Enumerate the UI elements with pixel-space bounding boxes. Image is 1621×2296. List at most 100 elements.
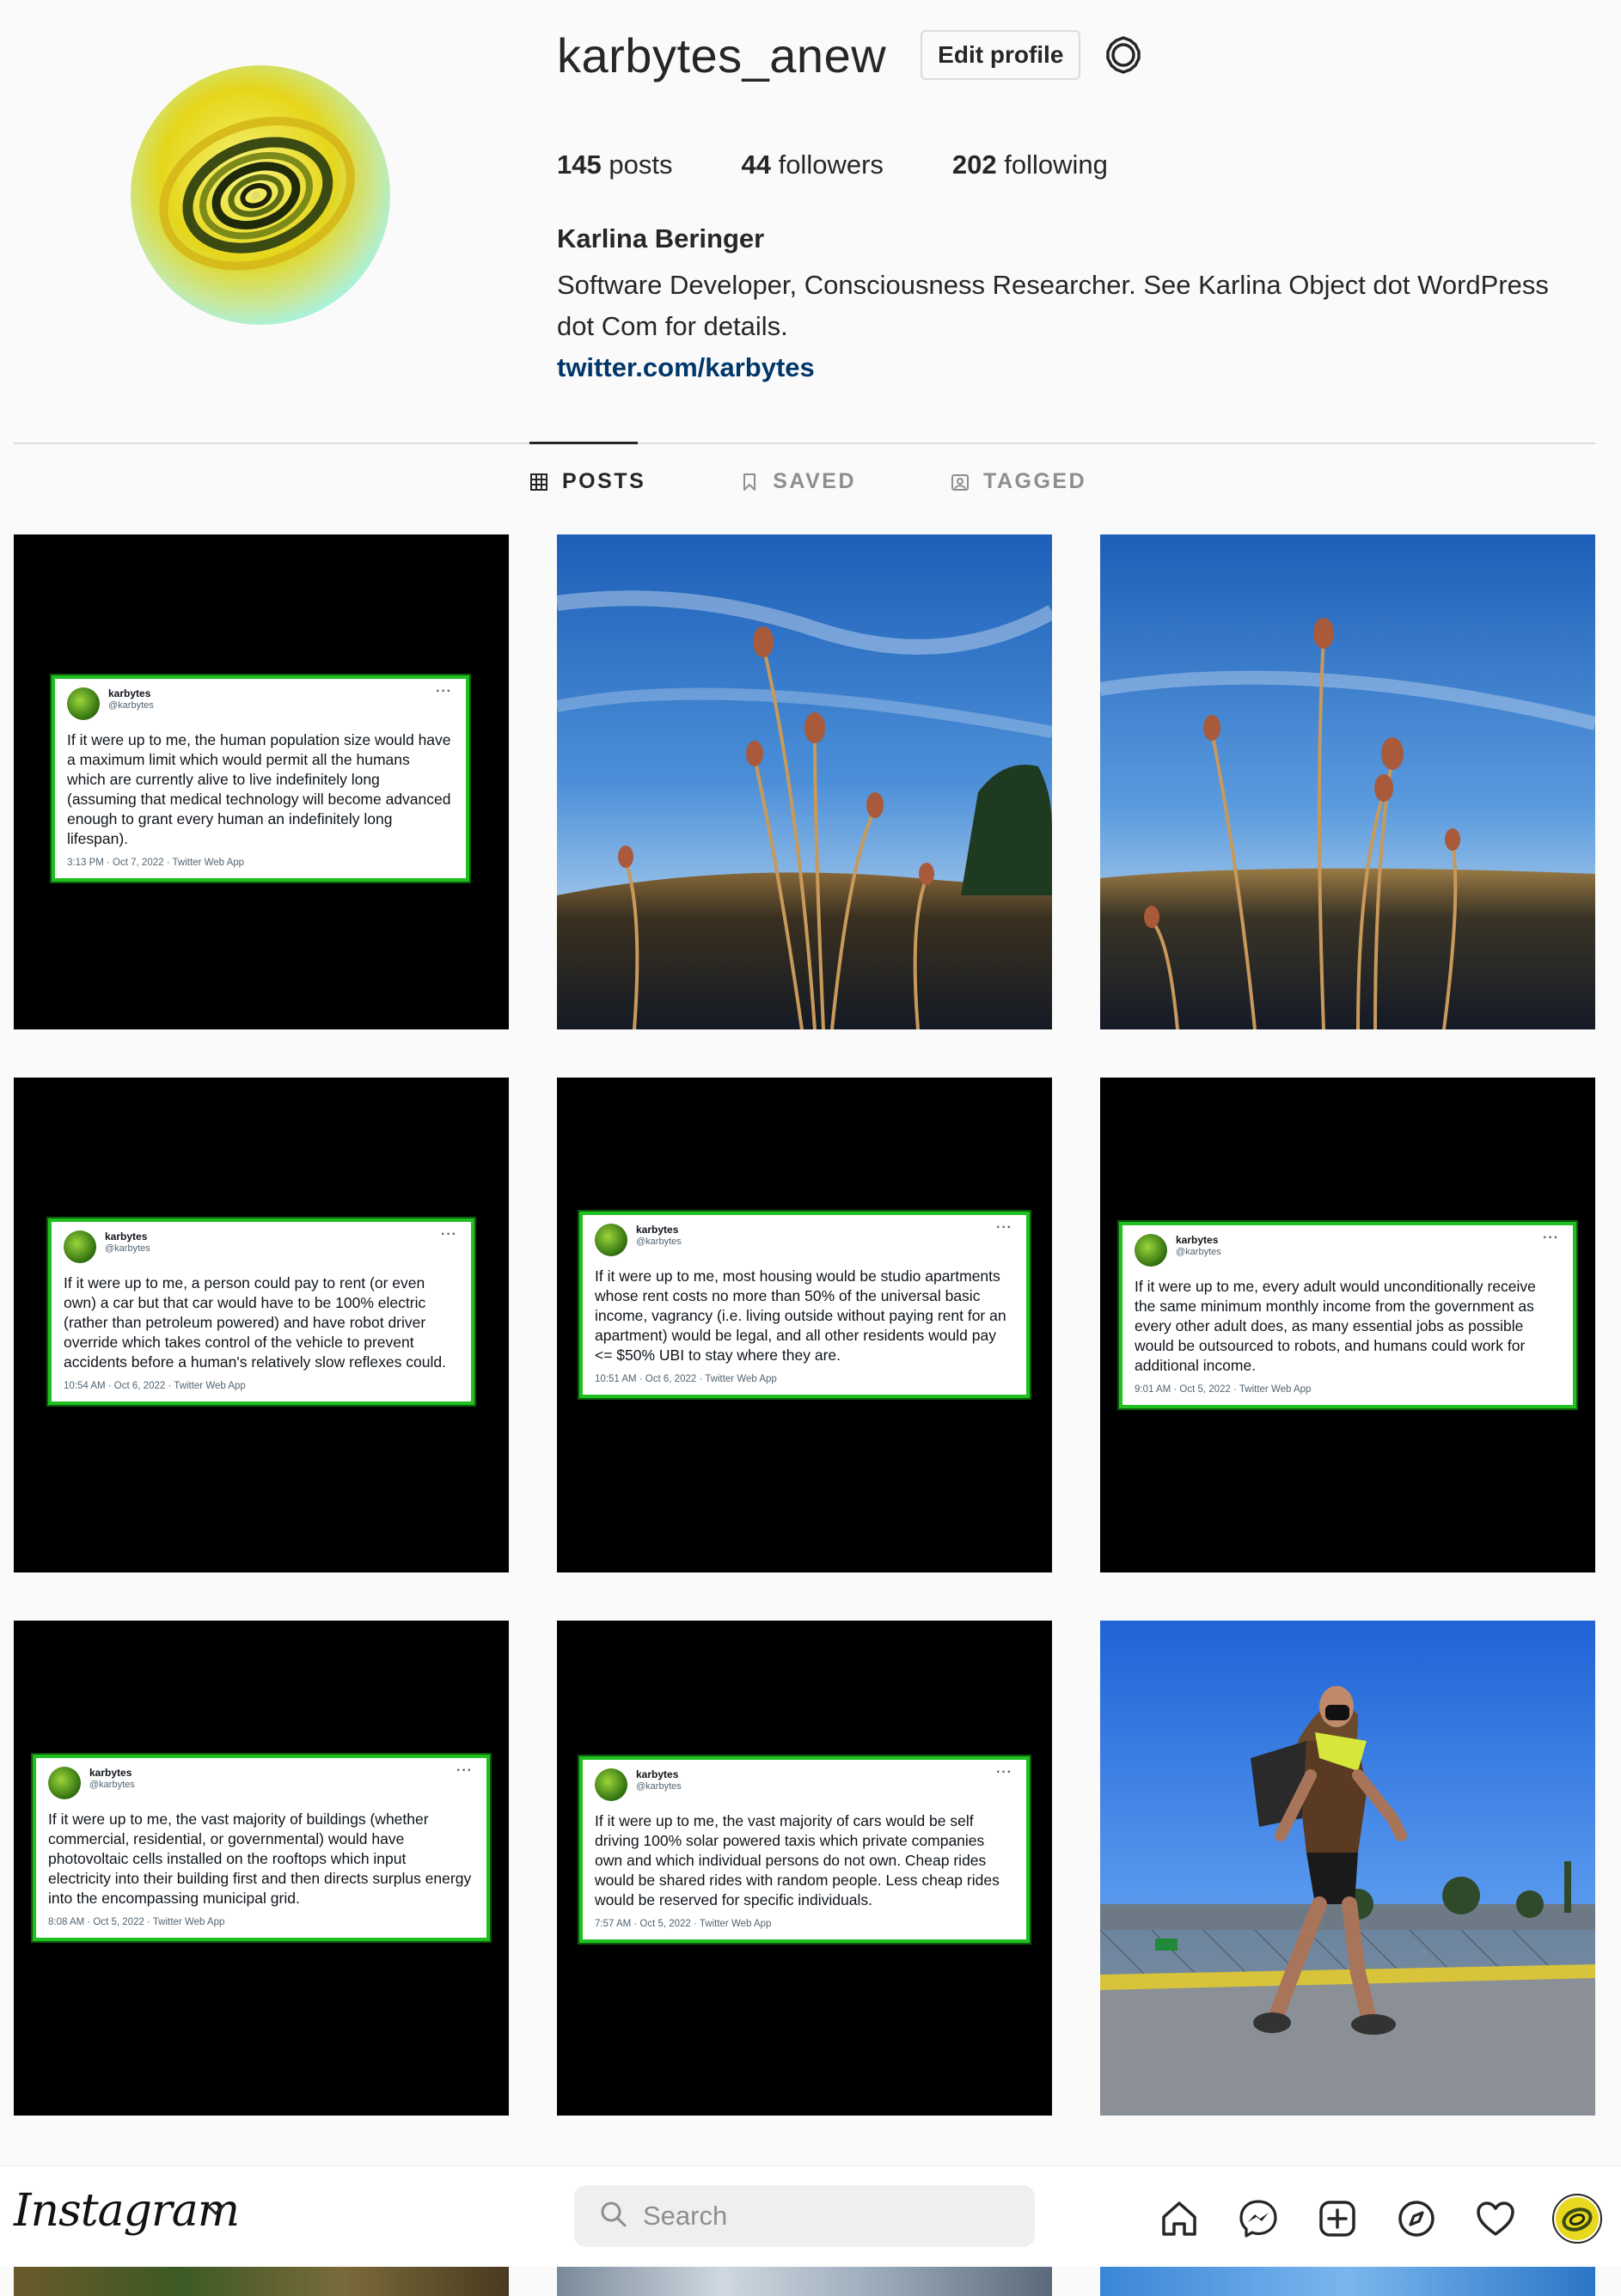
followers-stat[interactable]: 44 followers (741, 150, 883, 180)
tab-saved-label: SAVED (773, 469, 857, 493)
post-tile[interactable]: karbytes @karbytes ··· If it were up to … (1100, 1078, 1595, 1572)
bio-line-1: Software Developer, Consciousness Resear… (557, 270, 1549, 300)
chevron-down-icon[interactable] (206, 2204, 225, 2220)
post-tile[interactable]: karbytes @karbytes ··· If it were up to … (557, 1078, 1052, 1572)
tweet-card: karbytes @karbytes ··· If it were up to … (1119, 1222, 1576, 1408)
tweet-meta: 9:01 AM · Oct 5, 2022 · Twitter Web App (1135, 1384, 1312, 1395)
tab-posts[interactable]: POSTS (529, 469, 645, 494)
post-tile[interactable]: karbytes @karbytes ··· If it were up to … (14, 1078, 509, 1572)
home-icon[interactable] (1157, 2196, 1202, 2241)
tweet-header: karbytes @karbytes ··· (48, 1763, 473, 1803)
explore-icon[interactable] (1394, 2196, 1439, 2241)
tweet-meta: 3:13 PM · Oct 7, 2022 · Twitter Web App (67, 858, 245, 868)
tweet-name: karbytes (636, 1224, 679, 1236)
tweet-names: karbytes @karbytes (1176, 1234, 1221, 1258)
tag-icon (951, 472, 971, 492)
tweet-handle: @karbytes (105, 1243, 150, 1254)
post-tile[interactable] (1100, 534, 1595, 1029)
edit-profile-button[interactable]: Edit profile (921, 30, 1081, 80)
tweet-text: If it were up to me, the vast majority o… (48, 1811, 472, 1907)
more-icon: ··· (456, 1763, 473, 1778)
post-tile[interactable] (14, 2267, 509, 2296)
tweet-handle: @karbytes (636, 1781, 682, 1792)
search-icon (600, 2201, 627, 2232)
followers-count: 44 (741, 150, 771, 180)
walker-photo (1100, 1621, 1595, 2116)
messenger-icon[interactable] (1236, 2196, 1281, 2241)
teasel-photo (1100, 534, 1595, 1029)
posts-stat: 145 posts (557, 150, 672, 180)
tabs-divider (14, 443, 1595, 444)
tweet-avatar (64, 1230, 96, 1263)
tweet-avatar (67, 687, 100, 720)
tweet-handle: @karbytes (108, 700, 154, 711)
profile-tabs: POSTS SAVED TAGGED (529, 469, 1181, 494)
gear-icon[interactable] (1101, 33, 1146, 77)
post-tile[interactable] (1100, 2267, 1595, 2296)
tweet-meta: 10:51 AM · Oct 6, 2022 · Twitter Web App (595, 1374, 777, 1384)
bio-line-2: dot Com for details. (557, 311, 788, 341)
tweet-header: karbytes @karbytes ··· (64, 1227, 457, 1267)
tweet-card: karbytes @karbytes ··· If it were up to … (579, 1212, 1030, 1398)
tweet-header: karbytes @karbytes ··· (1135, 1230, 1559, 1270)
tweet-avatar (595, 1224, 627, 1256)
tweet-text: If it were up to me, the human populatio… (67, 731, 451, 847)
heart-icon[interactable] (1473, 2196, 1518, 2241)
stats-row: 145 posts 44 followers 202 following (557, 150, 1597, 180)
following-label: following (1004, 150, 1108, 180)
tweet-names: karbytes @karbytes (636, 1768, 682, 1792)
new-post-icon[interactable] (1315, 2196, 1360, 2241)
tweet-avatar (1135, 1234, 1167, 1267)
tweet-text: If it were up to me, most housing would … (595, 1267, 1006, 1364)
full-name: Karlina Beringer (557, 223, 765, 253)
tweet-header: karbytes @karbytes ··· (595, 1220, 1012, 1260)
tweet-names: karbytes @karbytes (89, 1767, 135, 1791)
posts-count: 145 (557, 150, 602, 180)
tweet-name: karbytes (636, 1768, 679, 1780)
profile-avatar[interactable] (1552, 2194, 1602, 2244)
post-tile[interactable]: karbytes @karbytes ··· If it were up to … (14, 534, 509, 1029)
tweet-text: If it were up to me, a person could pay … (64, 1274, 446, 1371)
tweet-avatar (595, 1768, 627, 1801)
tweet-card: karbytes @karbytes ··· If it were up to … (48, 1218, 474, 1405)
tweet-meta: 8:08 AM · Oct 5, 2022 · Twitter Web App (48, 1917, 225, 1927)
search-input[interactable] (643, 2201, 1021, 2232)
posts-label: posts (609, 150, 673, 180)
more-icon: ··· (436, 684, 452, 699)
following-count: 202 (951, 150, 997, 180)
tweet-names: karbytes @karbytes (108, 687, 154, 711)
bio-link[interactable]: twitter.com/karbytes (557, 347, 1597, 388)
post-tile[interactable] (557, 2267, 1052, 2296)
post-tile[interactable] (557, 534, 1052, 1029)
active-tab-indicator (529, 442, 638, 444)
profile-avatar[interactable] (131, 65, 390, 325)
tab-tagged[interactable]: TAGGED (951, 469, 1086, 494)
tweet-name: karbytes (1176, 1234, 1219, 1246)
tab-posts-label: POSTS (562, 469, 646, 493)
more-icon: ··· (996, 1765, 1012, 1780)
teasel-photo (557, 534, 1052, 1029)
tweet-header: karbytes @karbytes ··· (595, 1765, 1012, 1804)
more-icon: ··· (1543, 1230, 1559, 1245)
tweet-text: If it were up to me, every adult would u… (1135, 1278, 1536, 1374)
following-stat[interactable]: 202 following (952, 150, 1108, 180)
tab-tagged-label: TAGGED (983, 469, 1087, 493)
post-tile[interactable]: karbytes @karbytes ··· If it were up to … (14, 1621, 509, 2116)
tweet-name: karbytes (105, 1230, 148, 1243)
instagram-logo[interactable]: Instagram (14, 2185, 240, 2237)
grid-icon (529, 472, 550, 492)
tab-saved[interactable]: SAVED (740, 469, 856, 494)
post-tile[interactable] (1100, 1621, 1595, 2116)
tweet-card: karbytes @karbytes ··· If it were up to … (52, 675, 469, 882)
tweet-text: If it were up to me, the vast majority o… (595, 1812, 1000, 1908)
tweet-avatar (48, 1767, 81, 1799)
post-tile[interactable]: karbytes @karbytes ··· If it were up to … (557, 1621, 1052, 2116)
bottom-nav: Instagram (0, 2165, 1621, 2267)
tweet-handle: @karbytes (1176, 1247, 1221, 1257)
tweet-meta: 7:57 AM · Oct 5, 2022 · Twitter Web App (595, 1919, 772, 1929)
bookmark-icon (740, 472, 761, 492)
avatar-image (131, 65, 390, 325)
search-box[interactable] (574, 2185, 1035, 2247)
tweet-names: karbytes @karbytes (636, 1224, 682, 1248)
tweet-card: karbytes @karbytes ··· If it were up to … (33, 1755, 490, 1941)
